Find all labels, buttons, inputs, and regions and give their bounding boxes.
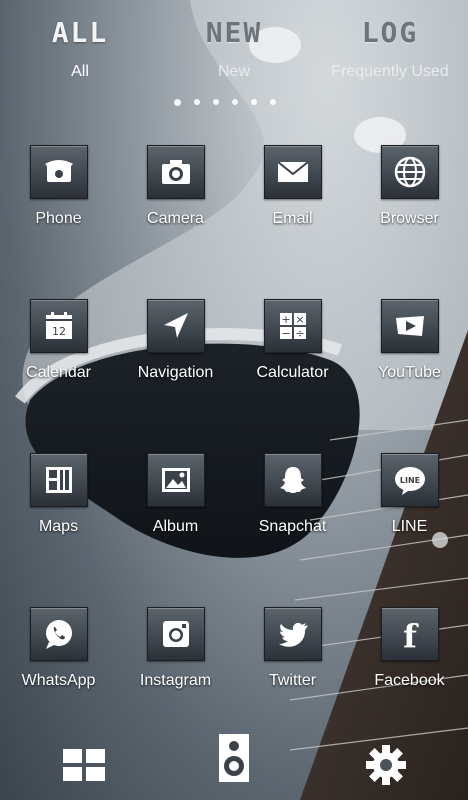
tab-log[interactable]: LOG Frequently Used bbox=[310, 16, 468, 81]
app-maps[interactable]: Maps bbox=[0, 453, 117, 536]
line-icon: LINE bbox=[380, 453, 439, 507]
app-label: Email bbox=[272, 210, 313, 227]
snapchat-ghost-icon bbox=[263, 453, 322, 507]
album-photo-icon bbox=[146, 453, 205, 507]
page-dot[interactable] bbox=[174, 99, 181, 106]
email-icon bbox=[263, 145, 322, 199]
category-tabs: ALL All NEW New LOG Frequently Used bbox=[0, 16, 468, 96]
bottom-dock bbox=[0, 730, 468, 800]
page-indicator bbox=[174, 99, 276, 106]
app-youtube[interactable]: YouTube bbox=[351, 299, 468, 382]
tab-log-subtitle: Frequently Used bbox=[331, 63, 449, 80]
speaker-button[interactable] bbox=[204, 728, 264, 788]
app-label: Camera bbox=[147, 210, 204, 227]
app-label: Calculator bbox=[256, 364, 329, 381]
app-label: LINE bbox=[391, 518, 428, 535]
tab-log-title: LOG bbox=[361, 16, 419, 49]
page-dot[interactable] bbox=[232, 99, 238, 105]
app-label: Navigation bbox=[137, 364, 214, 381]
app-label: Twitter bbox=[268, 672, 317, 689]
settings-button[interactable] bbox=[356, 735, 416, 795]
app-label: Facebook bbox=[374, 672, 445, 689]
camera-icon bbox=[146, 145, 205, 199]
page-dot[interactable] bbox=[213, 99, 219, 105]
tab-all-subtitle: All bbox=[71, 63, 89, 80]
whatsapp-icon bbox=[29, 607, 88, 661]
speaker-icon bbox=[219, 734, 249, 782]
calendar-icon: 12 bbox=[29, 299, 88, 353]
calculator-icon: + × − ÷ bbox=[263, 299, 322, 353]
app-label: WhatsApp bbox=[21, 672, 96, 689]
app-line[interactable]: LINE LINE bbox=[351, 453, 468, 536]
app-calculator[interactable]: + × − ÷ Calculator bbox=[234, 299, 351, 382]
gear-icon bbox=[366, 745, 406, 785]
app-phone[interactable]: Phone bbox=[0, 145, 117, 228]
line-icon-text: LINE bbox=[399, 476, 419, 485]
facebook-icon-text: f bbox=[403, 617, 419, 652]
app-album[interactable]: Album bbox=[117, 453, 234, 536]
globe-icon bbox=[380, 145, 439, 199]
youtube-play-icon bbox=[380, 299, 439, 353]
app-label: Phone bbox=[35, 210, 82, 227]
app-camera[interactable]: Camera bbox=[117, 145, 234, 228]
svg-text:−: − bbox=[281, 327, 290, 340]
tab-new-subtitle: New bbox=[217, 63, 250, 80]
app-instagram[interactable]: Instagram bbox=[117, 607, 234, 690]
app-label: Album bbox=[152, 518, 199, 535]
app-facebook[interactable]: f Facebook bbox=[351, 607, 468, 690]
instagram-icon bbox=[146, 607, 205, 661]
grid-icon bbox=[63, 749, 105, 781]
app-calendar[interactable]: 12 Calendar bbox=[0, 299, 117, 382]
app-label: Snapchat bbox=[258, 518, 327, 535]
tab-new[interactable]: NEW New bbox=[154, 16, 314, 81]
app-label: Calendar bbox=[26, 364, 91, 381]
navigation-arrow-icon bbox=[146, 299, 205, 353]
app-whatsapp[interactable]: WhatsApp bbox=[0, 607, 117, 690]
calendar-day-text: 12 bbox=[52, 325, 66, 338]
app-twitter[interactable]: Twitter bbox=[234, 607, 351, 690]
app-label: YouTube bbox=[378, 364, 441, 381]
page-dot[interactable] bbox=[270, 99, 276, 105]
app-label: Maps bbox=[38, 518, 79, 535]
app-label: Instagram bbox=[139, 672, 212, 689]
maps-icon bbox=[29, 453, 88, 507]
tab-new-title: NEW bbox=[205, 16, 263, 49]
page-dot[interactable] bbox=[251, 99, 257, 105]
phone-icon bbox=[29, 145, 88, 199]
app-label: Browser bbox=[380, 210, 439, 227]
svg-text:÷: ÷ bbox=[295, 327, 304, 340]
app-drawer-button[interactable] bbox=[54, 735, 114, 795]
page-dot[interactable] bbox=[194, 99, 200, 105]
app-browser[interactable]: Browser bbox=[351, 145, 468, 228]
app-email[interactable]: Email bbox=[234, 145, 351, 228]
tab-all[interactable]: ALL All bbox=[0, 16, 160, 81]
facebook-icon: f bbox=[380, 607, 439, 661]
svg-text:×: × bbox=[295, 313, 304, 326]
app-navigation[interactable]: Navigation bbox=[117, 299, 234, 382]
tab-all-title: ALL bbox=[51, 16, 109, 49]
svg-text:+: + bbox=[281, 313, 290, 326]
twitter-bird-icon bbox=[263, 607, 322, 661]
app-snapchat[interactable]: Snapchat bbox=[234, 453, 351, 536]
